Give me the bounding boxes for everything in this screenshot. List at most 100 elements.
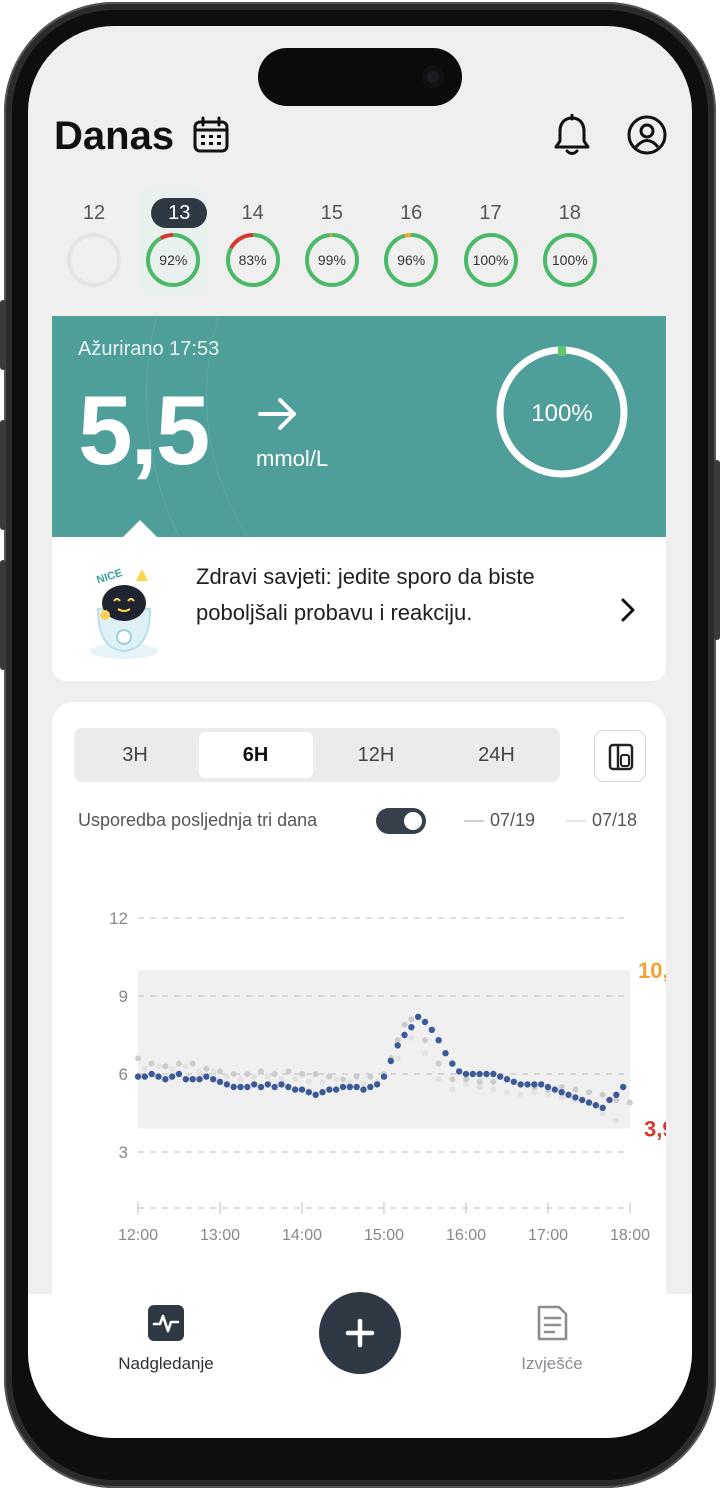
data-point-07-18: [531, 1089, 538, 1096]
legend-label: 07/18: [592, 810, 638, 830]
data-point-07-20: [291, 1086, 299, 1093]
range-tab-6h[interactable]: 6H: [198, 732, 313, 778]
glucose-chart[interactable]: 12 9 6 3 12:00 13:00 14:00 15:00 16:00 17:00 18:00…: [52, 852, 666, 1272]
day-number: 13: [151, 198, 208, 228]
health-tip-card[interactable]: NICE Zdravi savjeti: jedite sporo da bis…: [52, 537, 666, 681]
bottom-tab-bar: Nadgledanje Izvješće: [28, 1292, 692, 1438]
data-point-07-20: [216, 1078, 224, 1085]
data-point-07-20: [319, 1089, 326, 1096]
data-point-07-20: [271, 1083, 278, 1091]
data-point-07-20: [332, 1086, 340, 1093]
tip-text: Zdravi savjeti: jedite sporo da biste po…: [196, 564, 535, 625]
data-point-07-20: [592, 1102, 600, 1109]
plus-icon: [345, 1318, 375, 1348]
data-point-07-20: [408, 1024, 415, 1031]
data-point-07-20: [476, 1070, 483, 1078]
day-percent: 92%: [159, 252, 188, 268]
day-item-17[interactable]: 17 100%: [457, 186, 525, 298]
data-point-07-19: [627, 1099, 633, 1106]
data-point-07-18: [333, 1076, 340, 1083]
calendar-icon[interactable]: [192, 116, 230, 154]
day-item-14[interactable]: 14 83%: [219, 186, 287, 298]
legend-item: 07/18: [566, 810, 637, 831]
data-point-07-20: [421, 1018, 429, 1026]
compare-label: Usporedba posljednja tri dana: [78, 810, 318, 830]
mascot-nice-label: NICE: [95, 567, 124, 585]
side-button: [0, 560, 6, 670]
data-point-07-18: [476, 1084, 483, 1090]
data-point-07-19: [271, 1071, 278, 1077]
tab-monitoring[interactable]: Nadgledanje: [86, 1304, 246, 1374]
chevron-right-icon[interactable]: [618, 597, 638, 623]
legend-line: [566, 820, 586, 823]
data-point-07-20: [537, 1081, 545, 1088]
data-point-07-20: [155, 1073, 162, 1080]
range-tab-3h[interactable]: 3H: [78, 732, 192, 778]
data-point-07-18: [408, 1034, 415, 1041]
data-point-07-19: [422, 1037, 428, 1044]
range-tab-12h[interactable]: 12H: [319, 732, 433, 778]
day-percent: 96%: [397, 252, 426, 268]
data-point-07-19: [299, 1071, 305, 1077]
data-point-07-20: [401, 1031, 408, 1039]
data-point-07-20: [428, 1026, 436, 1033]
data-point-07-20: [435, 1037, 442, 1044]
data-point-07-20: [387, 1057, 395, 1065]
data-point-07-18: [305, 1078, 312, 1085]
data-point-07-20: [182, 1076, 190, 1083]
data-point-07-20: [346, 1083, 354, 1091]
ring-marker: [558, 346, 566, 356]
side-button: [714, 460, 720, 640]
svg-text:NICE: NICE: [95, 567, 124, 585]
data-point-07-20: [544, 1083, 552, 1091]
data-point-07-19: [312, 1071, 319, 1077]
bell-icon[interactable]: [552, 114, 592, 158]
page-title: Danas: [54, 114, 175, 158]
data-point-07-18: [237, 1076, 244, 1083]
landscape-view-button[interactable]: [594, 730, 646, 782]
glucose-card[interactable]: Ažurirano 17:53 5,5 mmol/L 100%: [52, 316, 666, 538]
day-item-12[interactable]: 12: [60, 186, 128, 298]
data-point-07-20: [551, 1086, 559, 1093]
range-tab-24h[interactable]: 24H: [440, 732, 554, 778]
add-button[interactable]: [319, 1292, 401, 1374]
data-point-07-20: [189, 1076, 196, 1083]
data-point-07-19: [217, 1068, 223, 1075]
x-tick-label: 14:00: [282, 1227, 322, 1244]
data-point-07-19: [353, 1073, 360, 1080]
day-item-15[interactable]: 15 99%: [298, 186, 366, 298]
compare-toggle[interactable]: [376, 808, 426, 834]
data-point-07-20: [134, 1073, 142, 1080]
day-item-16[interactable]: 16 96%: [377, 186, 445, 298]
data-point-07-20: [490, 1070, 497, 1078]
data-point-07-20: [380, 1073, 388, 1080]
target-range-band: [138, 970, 630, 1129]
data-point-07-20: [237, 1083, 244, 1091]
data-point-07-20: [442, 1050, 449, 1057]
day-item-13[interactable]: 13 92%: [139, 186, 208, 298]
data-point-07-20: [510, 1078, 518, 1085]
data-point-07-19: [435, 1060, 442, 1067]
data-point-07-19: [586, 1089, 592, 1096]
data-point-07-20: [326, 1086, 333, 1093]
day-item-18[interactable]: 18 100%: [536, 186, 604, 298]
day-number: 15: [320, 202, 344, 224]
data-point-07-20: [455, 1068, 463, 1075]
data-point-07-18: [141, 1065, 148, 1072]
data-point-07-19: [258, 1068, 264, 1075]
data-point-07-20: [483, 1070, 490, 1078]
legend-item: 07/19: [464, 810, 535, 831]
rotate-screen-icon: [608, 743, 634, 771]
tab-report[interactable]: Izvješće: [472, 1304, 632, 1374]
day-number: 18: [558, 202, 581, 224]
data-point-07-19: [189, 1060, 196, 1067]
data-point-07-20: [305, 1089, 313, 1096]
data-point-07-18: [517, 1091, 524, 1098]
user-profile-icon[interactable]: [626, 114, 668, 156]
data-point-07-20: [394, 1042, 401, 1049]
data-point-07-20: [524, 1081, 531, 1088]
data-point-07-20: [148, 1070, 155, 1078]
x-tick-label: 18:00: [610, 1227, 650, 1244]
data-point-07-20: [209, 1076, 217, 1083]
data-point-07-19: [176, 1060, 182, 1067]
